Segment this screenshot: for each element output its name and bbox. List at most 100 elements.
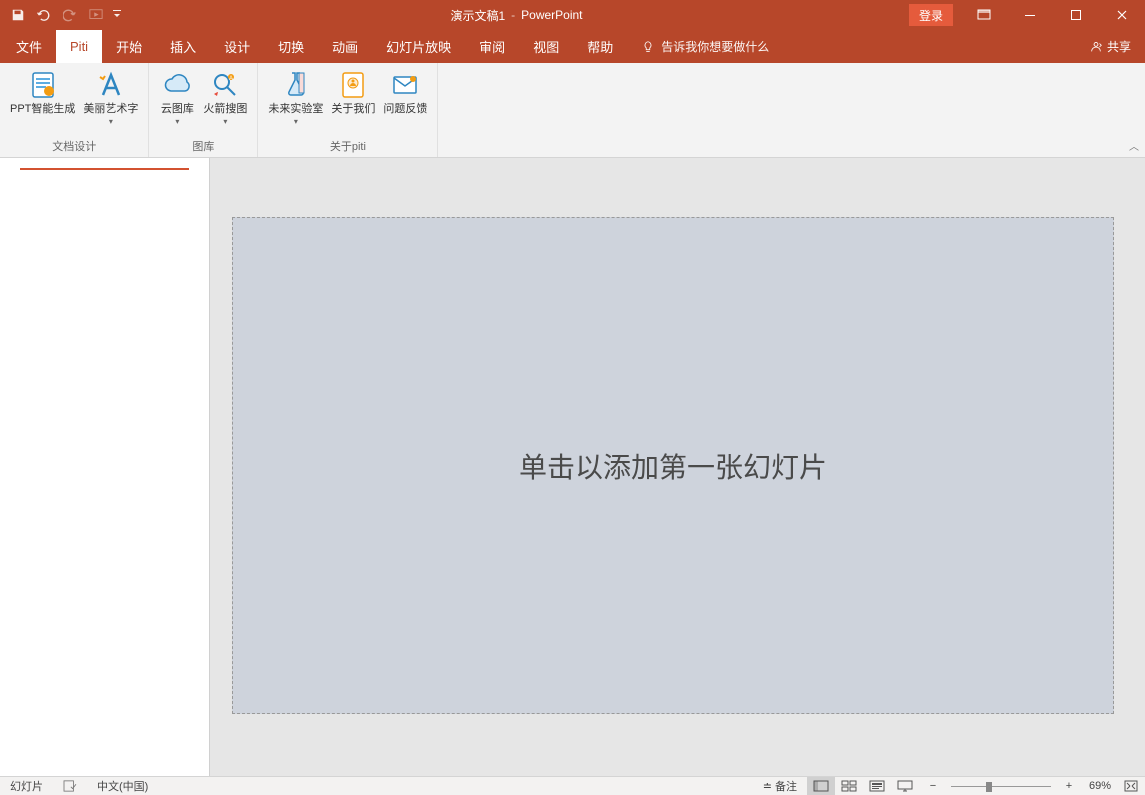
button-label: 关于我们 [331,103,375,116]
ribbon-group-about-piti: 未来实验室 ▾ 关于我们 问题反馈 关于piti [258,63,438,157]
tell-me-search[interactable]: 告诉我你想要做什么 [627,30,769,63]
minimize-button[interactable] [1007,0,1053,30]
share-button[interactable]: 共享 [1075,30,1145,63]
tab-home[interactable]: 开始 [102,30,156,63]
tab-view[interactable]: 视图 [519,30,573,63]
normal-view-icon [813,780,829,792]
title-separator: - [511,8,515,22]
save-button[interactable] [6,3,30,27]
future-lab-button[interactable]: 未来实验室 ▾ [264,65,327,126]
empty-slide-placeholder[interactable]: 单击以添加第一张幻灯片 [232,217,1114,714]
about-us-button[interactable]: 关于我们 [327,65,379,116]
slideshow-icon [897,780,913,792]
tab-label: 切换 [278,37,304,56]
notes-button[interactable]: ≐ 备注 [753,777,807,795]
art-text-button[interactable]: 美丽艺术字 ▾ [79,65,142,126]
group-label: 文档设计 [52,138,96,157]
qat-customize-button[interactable] [110,3,124,27]
cloud-icon [161,69,193,101]
spellcheck-status[interactable] [53,777,87,795]
normal-view-button[interactable] [807,777,835,795]
dropdown-caret-icon: ▾ [223,117,227,126]
zoom-level-button[interactable]: 69% [1083,777,1117,795]
ribbon-group-doc-design: PPT智能生成 美丽艺术字 ▾ 文档设计 [0,63,149,157]
slideshow-view-button[interactable] [891,777,919,795]
tab-label: 文件 [16,37,42,56]
tab-file[interactable]: 文件 [0,30,56,63]
spellcheck-icon [63,780,77,792]
tab-label: 开始 [116,37,142,56]
notes-icon: ≐ [763,780,771,793]
share-icon [1089,40,1103,54]
tab-label: 审阅 [479,37,505,56]
collapse-ribbon-button[interactable]: ︿ [1129,138,1139,153]
zoom-slider[interactable] [951,777,1051,795]
new-slide-insertion-marker[interactable] [20,168,189,170]
ribbon-group-gallery: 云图库 ▾ A 火箭搜图 ▾ 图库 [149,63,258,157]
tab-animations[interactable]: 动画 [318,30,372,63]
window-controls [961,0,1145,30]
button-label: 云图库 [161,103,194,116]
art-text-icon [95,69,127,101]
button-label: 问题反馈 [383,103,427,116]
plus-icon: + [1066,780,1072,792]
tab-design[interactable]: 设计 [210,30,264,63]
tab-piti[interactable]: Piti [56,30,102,63]
status-bar: 幻灯片 中文(中国) ≐ 备注 − + 69% [0,776,1145,795]
slide-count-status[interactable]: 幻灯片 [0,777,53,795]
ppt-smart-generate-button[interactable]: PPT智能生成 [6,65,79,116]
redo-button[interactable] [58,3,82,27]
share-label: 共享 [1107,38,1131,55]
lightbulb-icon [641,40,655,54]
group-label: 关于piti [330,138,366,157]
dropdown-caret-icon: ▾ [175,117,179,126]
zoom-track [951,786,1051,787]
svg-text:A: A [229,76,233,82]
zoom-out-button[interactable]: − [919,777,947,795]
start-from-beginning-button[interactable] [84,3,108,27]
notes-label: 备注 [775,778,797,794]
group-label: 图库 [192,138,214,157]
title-bar: 演示文稿1 - PowerPoint 登录 [0,0,1145,30]
cloud-gallery-button[interactable]: 云图库 ▾ [155,65,199,126]
document-name: 演示文稿1 [450,7,505,24]
tab-help[interactable]: 帮助 [573,30,627,63]
zoom-thumb[interactable] [986,782,992,792]
login-label: 登录 [919,7,943,24]
add-first-slide-label: 单击以添加第一张幻灯片 [519,446,827,486]
slide-count-label: 幻灯片 [10,778,43,794]
app-name: PowerPoint [521,8,582,22]
slide-thumbnail-pane[interactable] [0,158,210,776]
tab-insert[interactable]: 插入 [156,30,210,63]
tab-review[interactable]: 审阅 [465,30,519,63]
tab-label: 插入 [170,37,196,56]
reading-icon [869,780,885,792]
tab-label: 幻灯片放映 [386,37,451,56]
rocket-search-button[interactable]: A 火箭搜图 ▾ [199,65,251,126]
button-label: PPT智能生成 [10,103,75,116]
zoom-in-button[interactable]: + [1055,777,1083,795]
ribbon-display-options-button[interactable] [961,0,1007,30]
feedback-button[interactable]: 问题反馈 [379,65,431,116]
fit-to-window-button[interactable] [1117,777,1145,795]
button-label: 火箭搜图 [203,103,247,116]
slide-sorter-view-button[interactable] [835,777,863,795]
sorter-icon [841,780,857,792]
language-label: 中文(中国) [97,778,148,794]
slide-canvas-area[interactable]: 单击以添加第一张幻灯片 [210,158,1145,776]
ribbon: PPT智能生成 美丽艺术字 ▾ 文档设计 云图库 ▾ [0,63,1145,158]
tab-label: 动画 [332,37,358,56]
reading-view-button[interactable] [863,777,891,795]
undo-button[interactable] [32,3,56,27]
tell-me-label: 告诉我你想要做什么 [661,38,769,55]
tab-label: Piti [70,39,88,54]
maximize-button[interactable] [1053,0,1099,30]
tab-label: 视图 [533,37,559,56]
tab-label: 设计 [224,37,250,56]
login-button[interactable]: 登录 [909,4,953,26]
tab-transitions[interactable]: 切换 [264,30,318,63]
language-status[interactable]: 中文(中国) [87,777,158,795]
close-button[interactable] [1099,0,1145,30]
tab-slideshow[interactable]: 幻灯片放映 [372,30,465,63]
document-icon [27,69,59,101]
